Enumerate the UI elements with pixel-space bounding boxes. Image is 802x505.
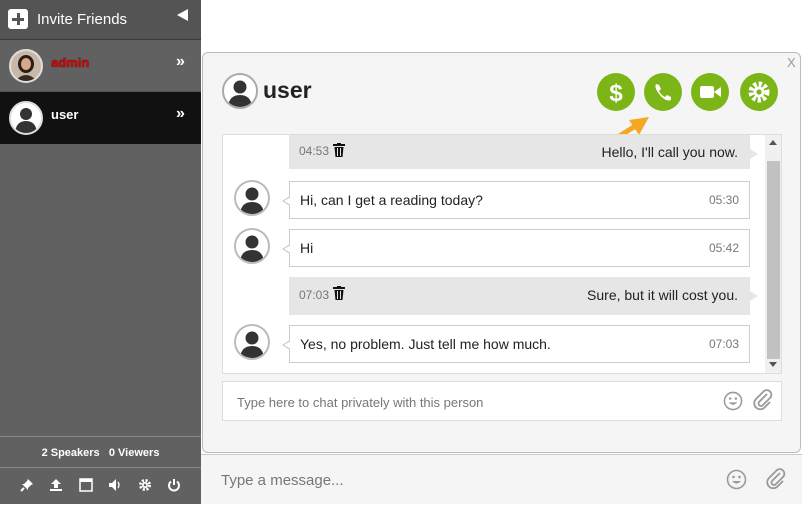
viewers-count: 0 xyxy=(108,447,115,459)
user-list-item[interactable]: user » xyxy=(0,92,201,144)
message-bubble-received: Hi 05:42 xyxy=(282,229,750,267)
gear-icon xyxy=(748,81,770,103)
message-text: Hi xyxy=(300,240,314,256)
scrollbar[interactable] xyxy=(765,135,781,373)
message-time: 07:03 xyxy=(708,337,739,351)
user-list-item[interactable]: admin » xyxy=(0,40,201,92)
audience-counts: 2 Speakers 0 Viewers xyxy=(0,447,201,459)
scroll-down-arrow-icon[interactable] xyxy=(769,362,777,367)
main-chat-area xyxy=(201,0,802,52)
avatar xyxy=(234,180,270,216)
trash-icon[interactable] xyxy=(333,143,345,160)
video-icon xyxy=(700,86,721,98)
scrollbar-thumb[interactable] xyxy=(767,161,780,359)
message-list[interactable]: 04:53 Hello, I'll call you now. Hi, can … xyxy=(222,134,782,374)
message-time: 07:03 xyxy=(299,288,330,302)
avatar xyxy=(234,228,270,264)
viewers-label: Viewers xyxy=(118,447,160,459)
user-name: user xyxy=(51,107,79,122)
message-bubble-received: Hi, can I get a reading today? 05:30 xyxy=(282,181,750,219)
message-composer[interactable]: Type a message... xyxy=(201,454,802,504)
invite-friends-bar[interactable]: Invite Friends xyxy=(0,0,201,40)
emoji-icon[interactable] xyxy=(723,391,743,416)
message-input[interactable]: Type a message... xyxy=(221,472,344,489)
private-input-placeholder[interactable]: Type here to chat privately with this pe… xyxy=(237,395,483,410)
close-button[interactable]: X xyxy=(787,55,796,70)
speakers-count: 2 xyxy=(41,447,48,459)
scroll-up-arrow-icon[interactable] xyxy=(769,140,777,145)
private-chat-panel: X user $ 04:53 Hello, I'll call you now.… xyxy=(202,52,801,453)
call-button[interactable] xyxy=(644,73,682,111)
volume-icon[interactable] xyxy=(106,478,124,495)
invite-friends-label[interactable]: Invite Friends xyxy=(37,11,127,28)
attachment-icon[interactable] xyxy=(766,468,786,495)
message-bubble-sent: 07:03 Sure, but it will cost you. xyxy=(289,277,758,315)
private-message-input[interactable]: Type here to chat privately with this pe… xyxy=(222,381,782,421)
avatar xyxy=(234,324,270,360)
message-bubble-received: Yes, no problem. Just tell me how much. … xyxy=(282,325,750,363)
sidebar-toolbar xyxy=(0,467,201,505)
plus-icon[interactable] xyxy=(8,9,28,29)
user-name: admin xyxy=(51,55,90,70)
message-text: Yes, no problem. Just tell me how much. xyxy=(300,336,551,352)
sidebar: Invite Friends admin » user » 2 Speakers… xyxy=(0,0,201,504)
attachment-icon[interactable] xyxy=(753,389,773,416)
video-call-button[interactable] xyxy=(691,73,729,111)
chat-partner-name: user xyxy=(263,77,312,103)
sidebar-footer: 2 Speakers 0 Viewers xyxy=(0,436,201,504)
upload-icon[interactable] xyxy=(47,478,65,495)
collapse-sidebar-icon[interactable] xyxy=(177,9,188,21)
svg-text:$: $ xyxy=(609,80,623,107)
emoji-icon[interactable] xyxy=(726,469,747,495)
message-time: 05:42 xyxy=(708,241,739,255)
message-text: Hello, I'll call you now. xyxy=(601,144,738,160)
tip-button[interactable]: $ xyxy=(597,73,635,111)
avatar xyxy=(9,101,43,135)
double-chevron-right-icon[interactable]: » xyxy=(176,53,185,71)
message-time: 05:30 xyxy=(708,193,739,207)
dollar-icon: $ xyxy=(609,80,623,107)
speakers-label: Speakers xyxy=(50,447,100,459)
chat-settings-button[interactable] xyxy=(740,73,778,111)
avatar xyxy=(222,73,258,109)
gear-icon[interactable] xyxy=(136,478,154,495)
power-icon[interactable] xyxy=(165,478,183,495)
trash-icon[interactable] xyxy=(333,286,345,303)
message-text: Hi, can I get a reading today? xyxy=(300,192,483,208)
avatar xyxy=(9,49,43,83)
message-text: Sure, but it will cost you. xyxy=(587,287,738,303)
pin-icon[interactable] xyxy=(18,478,36,495)
message-bubble-sent: 04:53 Hello, I'll call you now. xyxy=(289,135,758,169)
message-time: 04:53 xyxy=(299,144,330,158)
phone-icon xyxy=(655,84,671,101)
window-icon[interactable] xyxy=(77,478,95,495)
double-chevron-right-icon[interactable]: » xyxy=(176,105,185,123)
